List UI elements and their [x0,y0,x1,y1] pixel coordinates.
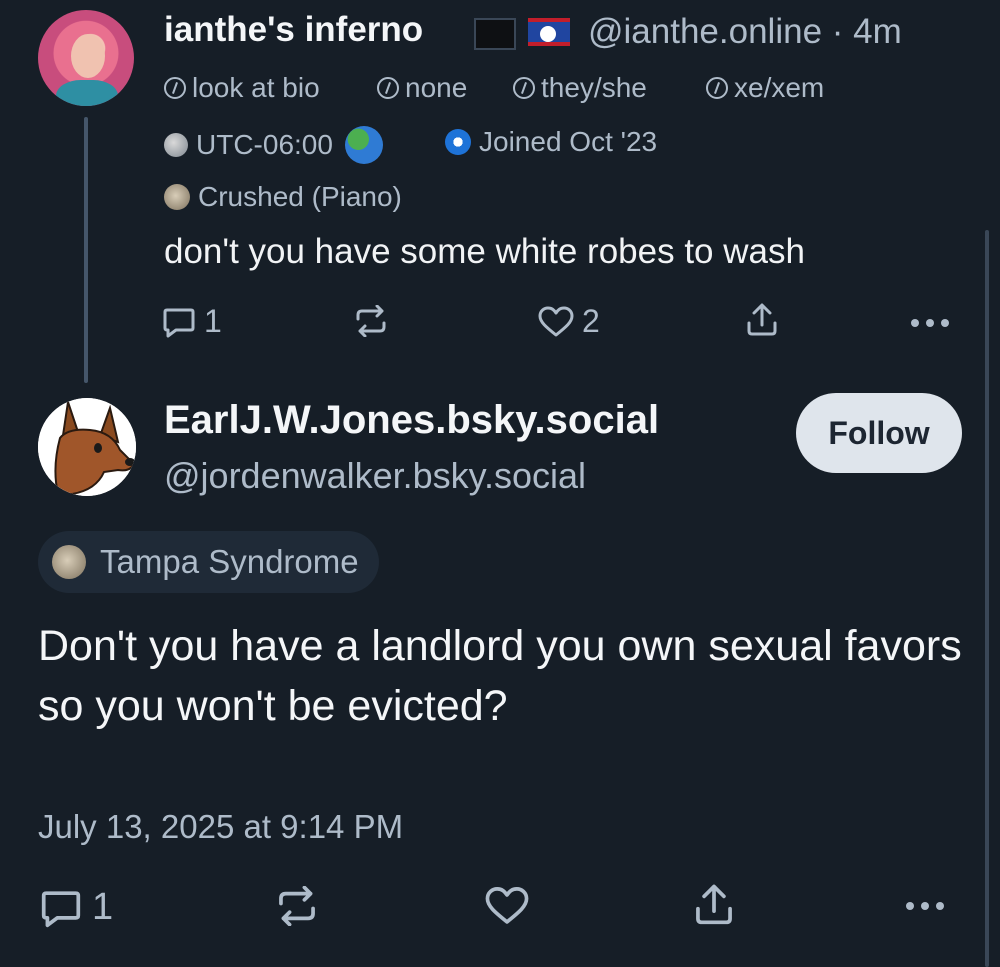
reply-count: 1 [204,303,222,339]
more-icon [906,902,944,910]
pronoun-tag: xe/xem [706,72,824,104]
share-icon [696,884,732,925]
parent-post-text: don't you have some white robes to wash [164,232,805,271]
follow-button[interactable]: Follow [796,393,962,473]
parent-handle-time[interactable]: @ianthe.online · 4m [588,12,902,52]
thread-line [84,117,88,383]
like-icon [538,306,574,336]
joined-tag: Joined Oct '23 [445,126,657,158]
reply-count: 1 [92,886,114,928]
belize-flag-icon [528,18,570,46]
share-button[interactable] [694,884,734,926]
main-handle[interactable]: @jordenwalker.bsky.social [164,455,586,497]
parent-display-name[interactable]: ianthe's inferno [164,10,423,50]
main-badge: Tampa Syndrome [38,531,379,593]
avatar[interactable] [38,398,136,496]
scrollbar[interactable] [985,230,989,967]
repost-button[interactable] [354,305,388,337]
repost-icon [356,305,386,337]
more-icon [911,319,949,327]
like-icon [485,887,529,924]
repost-icon [279,886,315,926]
share-icon [747,303,777,336]
parent-badge: Crushed (Piano) [164,181,402,213]
coin-icon [164,184,190,210]
like-count: 2 [582,303,600,339]
dog-avatar-icon [38,398,136,496]
main-display-name[interactable]: EarlJ.W.Jones.bsky.social [164,398,659,443]
post-timestamp: July 13, 2025 at 9:14 PM [38,808,404,845]
parent-handle[interactable]: @ianthe.online [588,12,822,51]
repost-button[interactable] [276,886,318,926]
like-button[interactable] [485,886,529,926]
avatar[interactable] [38,10,134,106]
parent-time-ago: · 4m [831,12,902,51]
more-button[interactable] [910,318,950,328]
reply-button[interactable]: 1 [162,303,222,340]
more-button[interactable] [904,901,946,911]
pronoun-tag: look at bio [164,72,320,104]
pronoun-tag: they/she [513,72,647,104]
coin-icon [52,545,86,579]
like-button[interactable]: 2 [538,303,600,340]
reply-icon [163,308,195,337]
slash-circle-icon [706,77,728,99]
black-flag-icon [474,18,516,50]
slash-circle-icon [164,77,186,99]
earth-icon [344,126,383,164]
timezone-tag: UTC-06:00 [164,126,383,164]
reply-button[interactable]: 1 [40,886,113,929]
share-button[interactable] [746,303,778,337]
sun-badge-icon [445,129,471,155]
globe-icon [164,133,188,157]
slash-circle-icon [513,77,535,99]
pronoun-tag: none [377,72,467,104]
reply-icon [41,890,81,927]
main-post-text: Don't you have a landlord you own sexual… [38,622,962,730]
slash-circle-icon [377,77,399,99]
